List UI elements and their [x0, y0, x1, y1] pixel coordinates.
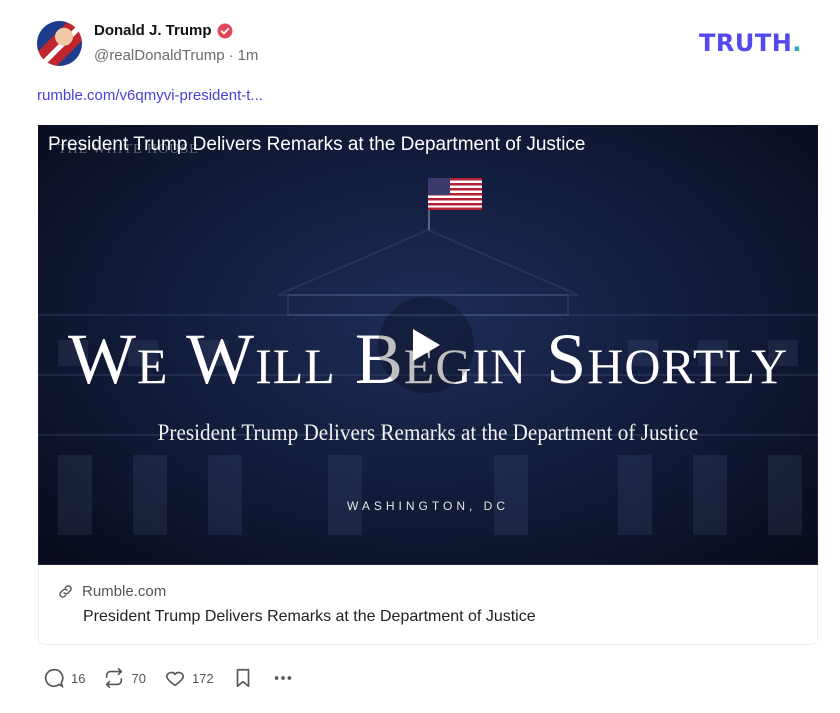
author-handle[interactable]: @realDonaldTrump — [94, 47, 225, 64]
american-flag-icon — [428, 178, 482, 210]
link-card[interactable]: Rumble.com President Trump Delivers Rema… — [38, 565, 818, 645]
play-button[interactable] — [378, 297, 474, 393]
logo-dot: . — [792, 29, 802, 57]
retruth-button[interactable]: 70 — [103, 667, 146, 689]
avatar[interactable] — [37, 21, 82, 66]
verified-badge-icon — [217, 23, 233, 38]
post-timestamp[interactable]: 1m — [238, 47, 259, 64]
more-options-icon — [274, 676, 291, 680]
more-options-button[interactable] — [272, 667, 294, 689]
post-actions: 16 70 172 — [43, 667, 312, 689]
reply-count: 16 — [71, 670, 86, 686]
bookmark-button[interactable] — [232, 667, 254, 689]
post-link[interactable]: rumble.com/v6qmyvi-president-t... — [37, 87, 263, 104]
meta-separator: · — [228, 47, 234, 64]
link-card-domain-row: Rumble.com — [57, 583, 166, 600]
logo-text: TRUTH — [699, 29, 793, 57]
heart-icon — [165, 671, 185, 687]
video-subheadline: President Trump Delivers Remarks at the … — [157, 420, 699, 445]
like-button[interactable]: 172 — [164, 667, 214, 689]
author-name[interactable]: Donald J. Trump — [94, 22, 212, 39]
video-location: WASHINGTON, DC — [346, 499, 509, 513]
reply-button[interactable]: 16 — [43, 667, 85, 689]
retruth-icon — [106, 668, 123, 688]
link-card-domain: Rumble.com — [82, 583, 167, 600]
play-icon — [413, 329, 440, 361]
video-player[interactable]: THE WHITE HOUSE President Trump Delivers… — [38, 125, 818, 565]
link-icon — [59, 585, 72, 598]
link-card-title: President Trump Delivers Remarks at the … — [83, 608, 536, 625]
video-title: President Trump Delivers Remarks at the … — [48, 134, 586, 155]
author-name-row[interactable]: Donald J. Trump — [94, 22, 233, 39]
retruth-count: 70 — [131, 670, 146, 686]
author-meta: @realDonaldTrump · 1m — [94, 47, 258, 64]
reply-icon — [44, 668, 64, 688]
truth-logo[interactable]: TRUTH. — [699, 29, 802, 57]
bookmark-icon — [236, 668, 249, 688]
like-count: 172 — [191, 670, 214, 686]
